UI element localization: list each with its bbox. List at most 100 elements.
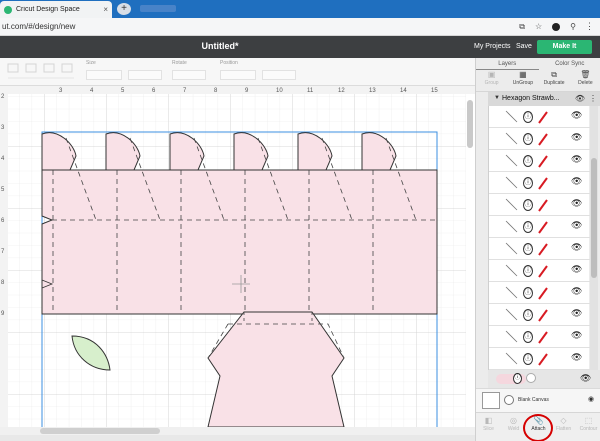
browser-menu-icon[interactable]: ⋮ bbox=[585, 21, 594, 32]
score-line-icon bbox=[505, 154, 518, 167]
blank-canvas-row[interactable]: Blank Canvas ◉ bbox=[476, 388, 600, 412]
flatten-button[interactable]: ◇ Flatten bbox=[551, 413, 576, 441]
canvas-bottom-bar bbox=[0, 435, 475, 441]
score-icon[interactable]: ⓘ bbox=[523, 331, 533, 343]
eye-icon[interactable]: 👁 bbox=[571, 308, 582, 319]
rotate-field[interactable] bbox=[172, 70, 206, 80]
group-button[interactable]: ▣ Group bbox=[476, 70, 507, 91]
pen-icon[interactable] bbox=[537, 198, 549, 212]
pen-icon[interactable] bbox=[537, 132, 549, 146]
app-header: Untitled* My Projects Save Make It bbox=[0, 36, 600, 58]
translate-icon[interactable]: ⧉ bbox=[519, 22, 525, 32]
tab-layers[interactable]: Layers bbox=[476, 58, 539, 70]
canvas-color-circle[interactable] bbox=[504, 395, 514, 405]
layer-row[interactable]: ⓘ 👁 bbox=[489, 260, 590, 282]
canvas-horizontal-scrollbar[interactable] bbox=[0, 427, 475, 435]
pen-icon[interactable] bbox=[537, 110, 549, 124]
layer-row[interactable]: ⓘ 👁 bbox=[489, 304, 590, 326]
layer-row[interactable]: ⓘ 👁 bbox=[489, 326, 590, 348]
ruler-tick-label: 15 bbox=[431, 88, 438, 94]
profile-icon[interactable]: ⚲ bbox=[570, 22, 576, 31]
score-icon[interactable]: ⓘ bbox=[523, 199, 533, 211]
extension-icon[interactable] bbox=[552, 22, 561, 31]
tab-color-sync[interactable]: Color Sync bbox=[539, 58, 600, 70]
width-field[interactable] bbox=[86, 70, 122, 80]
score-icon[interactable]: ⓘ bbox=[523, 309, 533, 321]
pen-icon[interactable] bbox=[537, 352, 549, 366]
pen-icon[interactable] bbox=[537, 176, 549, 190]
new-tab-button[interactable]: + bbox=[117, 3, 131, 15]
score-icon[interactable]: ⓘ bbox=[523, 265, 533, 277]
eye-icon[interactable]: 👁 bbox=[575, 94, 585, 103]
browser-tab[interactable]: Cricut Design Space × bbox=[0, 1, 112, 18]
x-position-field[interactable] bbox=[220, 70, 256, 80]
attached-layer-row[interactable]: ⓘ 👁 bbox=[488, 370, 600, 388]
score-icon[interactable]: ⓘ bbox=[523, 133, 533, 145]
pen-icon[interactable] bbox=[537, 220, 549, 234]
eye-icon[interactable]: 👁 bbox=[571, 198, 582, 209]
eye-icon[interactable]: 👁 bbox=[571, 176, 582, 187]
score-line-icon bbox=[505, 110, 518, 123]
score-icon[interactable]: ⓘ bbox=[523, 243, 533, 255]
bookmark-star-icon[interactable]: ☆ bbox=[535, 22, 542, 31]
score-icon[interactable]: ⓘ bbox=[523, 155, 533, 167]
save-button[interactable]: Save bbox=[516, 43, 532, 50]
ruler-tick-label: 14 bbox=[400, 88, 407, 94]
close-tab-icon[interactable]: × bbox=[103, 5, 108, 14]
eye-icon[interactable]: 👁 bbox=[571, 220, 582, 231]
panel-scroll-thumb[interactable] bbox=[591, 158, 597, 278]
delete-button[interactable]: 🗑 Delete bbox=[570, 70, 600, 91]
layer-group-row[interactable]: ▼ Hexagon Strawb... 👁 ⋮ bbox=[488, 92, 600, 106]
layer-row[interactable]: ⓘ 👁 bbox=[489, 348, 590, 370]
score-line-icon bbox=[505, 198, 518, 211]
eye-icon[interactable]: 👁 bbox=[571, 352, 582, 363]
layer-row[interactable]: ⓘ 👁 bbox=[489, 282, 590, 304]
slice-button[interactable]: ◧ Slice bbox=[476, 413, 501, 441]
eye-icon[interactable]: 👁 bbox=[571, 110, 582, 121]
pen-icon[interactable] bbox=[537, 308, 549, 322]
score-icon[interactable]: ⓘ bbox=[523, 353, 533, 365]
eye-icon[interactable]: 👁 bbox=[571, 242, 582, 253]
score-icon[interactable]: ⓘ bbox=[523, 221, 533, 233]
eye-icon[interactable]: 👁 bbox=[571, 132, 582, 143]
pen-icon[interactable] bbox=[537, 286, 549, 300]
ruler-tick-label: 10 bbox=[276, 88, 283, 94]
pen-icon[interactable] bbox=[537, 264, 549, 278]
blank-canvas-swatch[interactable] bbox=[482, 392, 500, 409]
eye-icon[interactable]: 👁 bbox=[571, 330, 582, 341]
pen-icon[interactable] bbox=[537, 330, 549, 344]
eye-icon[interactable]: 👁 bbox=[571, 154, 582, 165]
height-field[interactable] bbox=[128, 70, 162, 80]
url-field[interactable]: ut.com/#/design/new bbox=[0, 22, 514, 31]
score-icon[interactable]: ⓘ bbox=[523, 287, 533, 299]
layer-row[interactable]: ⓘ 👁 bbox=[489, 172, 590, 194]
score-line-icon bbox=[505, 352, 518, 365]
weld-icon: ◎ bbox=[510, 416, 517, 425]
ungroup-button[interactable]: ▦ UnGroup bbox=[507, 70, 538, 91]
horizontal-scroll-thumb[interactable] bbox=[40, 428, 160, 434]
score-icon[interactable]: ⓘ bbox=[523, 177, 533, 189]
layer-row[interactable]: ⓘ 👁 bbox=[489, 194, 590, 216]
layer-row[interactable]: ⓘ 👁 bbox=[489, 216, 590, 238]
y-position-field[interactable] bbox=[262, 70, 296, 80]
my-projects-link[interactable]: My Projects bbox=[474, 43, 511, 50]
visibility-icon[interactable]: ◉ bbox=[588, 395, 594, 403]
layer-row[interactable]: ⓘ 👁 bbox=[489, 128, 590, 150]
pen-icon[interactable] bbox=[537, 242, 549, 256]
color-swatch[interactable] bbox=[526, 373, 536, 383]
layer-row[interactable]: ⓘ 👁 bbox=[489, 150, 590, 172]
more-icon[interactable]: ⋮ bbox=[589, 94, 597, 103]
duplicate-button[interactable]: ⧉ Duplicate bbox=[539, 70, 570, 91]
contour-button[interactable]: ⬚ Contour bbox=[576, 413, 600, 441]
eye-icon[interactable]: 👁 bbox=[571, 286, 582, 297]
design-canvas[interactable]: 3 4 5 6 7 8 9 10 11 12 13 14 15 23456789 bbox=[0, 86, 475, 427]
eye-icon[interactable]: 👁 bbox=[580, 373, 591, 384]
eye-icon[interactable]: 👁 bbox=[571, 264, 582, 275]
score-icon[interactable]: ⓘ bbox=[523, 111, 533, 123]
layer-row[interactable]: ⓘ 👁 bbox=[489, 238, 590, 260]
layer-row[interactable]: ⓘ 👁 bbox=[489, 106, 590, 128]
chevron-down-icon[interactable]: ▼ bbox=[494, 95, 500, 101]
canvas-vertical-scrollbar[interactable] bbox=[467, 100, 473, 148]
pen-icon[interactable] bbox=[537, 154, 549, 168]
make-it-button[interactable]: Make It bbox=[537, 40, 592, 54]
